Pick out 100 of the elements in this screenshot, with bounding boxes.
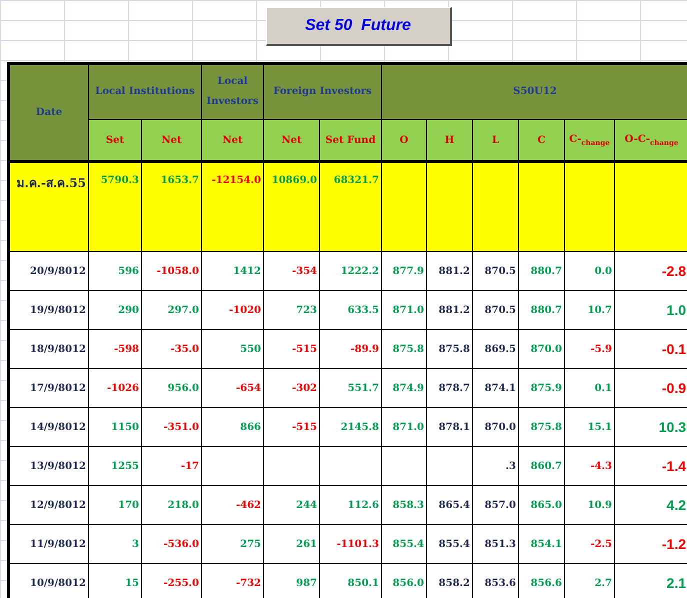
group-header: Local Institutions xyxy=(88,64,202,120)
table-cell: 860.7 xyxy=(518,446,564,486)
table-cell: -536.0 xyxy=(142,524,202,564)
table-cell: ม.ค.-ส.ค.55 xyxy=(8,162,88,252)
table-cell: 875.8 xyxy=(518,408,564,446)
table-cell: -89.9 xyxy=(320,330,382,368)
table-cell: 244 xyxy=(264,486,320,524)
table-cell: 881.2 xyxy=(426,290,472,330)
column-header: C xyxy=(518,120,564,162)
table-cell: 15.1 xyxy=(564,408,614,446)
table-cell: 875.8 xyxy=(382,330,426,368)
column-header: Set xyxy=(88,120,142,162)
table-cell: 858.3 xyxy=(382,486,426,524)
table-cell: -462 xyxy=(202,486,264,524)
table-cell: -4.3 xyxy=(564,446,614,486)
table-cell: 870.0 xyxy=(518,330,564,368)
table-cell: 870.5 xyxy=(472,252,518,290)
column-header: Net xyxy=(264,120,320,162)
table-cell: 878.1 xyxy=(426,408,472,446)
table-cell: 881.2 xyxy=(426,252,472,290)
table-cell: 261 xyxy=(264,524,320,564)
table-cell: 218.0 xyxy=(142,486,202,524)
column-header: L xyxy=(472,120,518,162)
table-cell: -515 xyxy=(264,330,320,368)
table-cell: 875.8 xyxy=(426,330,472,368)
group-header: Foreign Investors xyxy=(264,64,382,120)
table-cell: 17/9/8012 xyxy=(8,368,88,408)
table-cell: -1058.0 xyxy=(142,252,202,290)
table-cell: 550 xyxy=(202,330,264,368)
table-cell: 870.0 xyxy=(472,408,518,446)
table-cell: 297.0 xyxy=(142,290,202,330)
table-cell: -1101.3 xyxy=(320,524,382,564)
table-cell: 1255 xyxy=(88,446,142,486)
table-cell: 871.0 xyxy=(382,290,426,330)
column-header: O xyxy=(382,120,426,162)
table-cell: 18/9/8012 xyxy=(8,330,88,368)
table-cell: 874.1 xyxy=(472,368,518,408)
table-cell: -1020 xyxy=(202,290,264,330)
table-cell: -35.0 xyxy=(142,330,202,368)
table-cell: 290 xyxy=(88,290,142,330)
table-cell: 170 xyxy=(88,486,142,524)
table-cell: -654 xyxy=(202,368,264,408)
table-cell: 866 xyxy=(202,408,264,446)
table-cell: 12/9/8012 xyxy=(8,486,88,524)
column-header: Net xyxy=(142,120,202,162)
table-cell: 633.5 xyxy=(320,290,382,330)
table-cell: 3 xyxy=(88,524,142,564)
table-cell: 2145.8 xyxy=(320,408,382,446)
group-header: S50U12 xyxy=(382,64,687,120)
table-cell: -17 xyxy=(142,446,202,486)
table-cell: 851.3 xyxy=(472,524,518,564)
table-cell: 1412 xyxy=(202,252,264,290)
table-cell: 68321.7 xyxy=(320,162,382,252)
table-cell: 275 xyxy=(202,524,264,564)
table-cell: -12154.0 xyxy=(202,162,264,252)
column-header: H xyxy=(426,120,472,162)
table-cell: -1026 xyxy=(88,368,142,408)
table-cell: -2.5 xyxy=(564,524,614,564)
group-header: Local Investors xyxy=(202,64,264,120)
table-cell: -5.9 xyxy=(564,330,614,368)
table-cell: 865.0 xyxy=(518,486,564,524)
table-cell: 956.0 xyxy=(142,368,202,408)
table-cell: 855.4 xyxy=(426,524,472,564)
table-cell: 878.7 xyxy=(426,368,472,408)
table-cell: 596 xyxy=(88,252,142,290)
table-cell: 875.9 xyxy=(518,368,564,408)
table-cell: .3 xyxy=(472,446,518,486)
table-cell: -515 xyxy=(264,408,320,446)
table-cell: 10.9 xyxy=(564,486,614,524)
table-cell: 13/9/8012 xyxy=(8,446,88,486)
table-cell: 19/9/8012 xyxy=(8,290,88,330)
table-cell: 10.7 xyxy=(564,290,614,330)
table-cell: 870.5 xyxy=(472,290,518,330)
table-cell: -351.0 xyxy=(142,408,202,446)
column-header: O-C-$_{change}$ xyxy=(614,120,687,162)
column-header: Net xyxy=(202,120,264,162)
table-cell: 551.7 xyxy=(320,368,382,408)
table-cell: 880.7 xyxy=(518,252,564,290)
table-cell: 874.9 xyxy=(382,368,426,408)
table-cell: 723 xyxy=(264,290,320,330)
table-cell: 11/9/8012 xyxy=(8,524,88,564)
column-header: Set Fund xyxy=(320,120,382,162)
table-cell: 1653.7 xyxy=(142,162,202,252)
table-cell: 857.0 xyxy=(472,486,518,524)
table-cell: 855.4 xyxy=(382,524,426,564)
column-header: Date xyxy=(8,64,88,162)
table-cell: -354 xyxy=(264,252,320,290)
table-cell: 871.0 xyxy=(382,408,426,446)
table-cell: -598 xyxy=(88,330,142,368)
table-cell: 877.9 xyxy=(382,252,426,290)
table-cell: 5790.3 xyxy=(88,162,142,252)
table-cell: 1222.2 xyxy=(320,252,382,290)
table-cell: 10869.0 xyxy=(264,162,320,252)
table-cell: 14/9/8012 xyxy=(8,408,88,446)
sheet-title: Set 50 Future xyxy=(266,7,452,46)
column-header: C-$_{change}$ xyxy=(564,120,614,162)
table-cell: 0.1 xyxy=(564,368,614,408)
table-cell: 0.0 xyxy=(564,252,614,290)
table-cell: 20/9/8012 xyxy=(8,252,88,290)
table-cell: 869.5 xyxy=(472,330,518,368)
